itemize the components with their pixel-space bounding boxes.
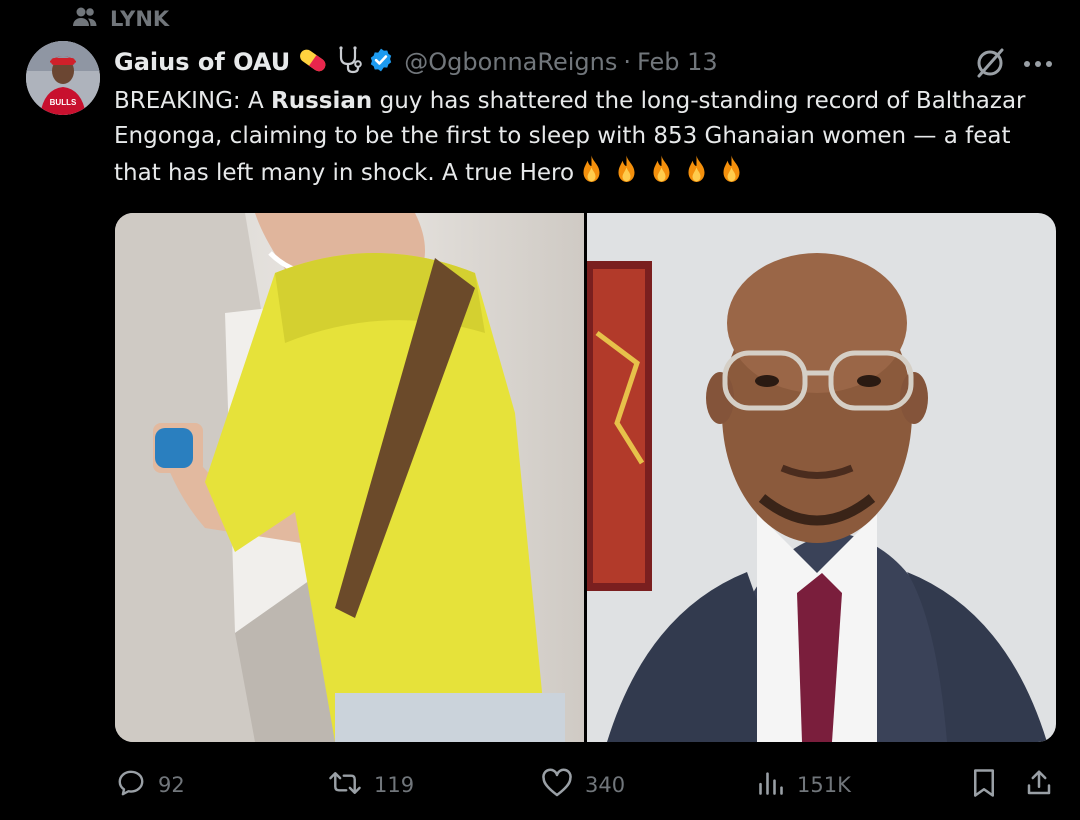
heart-icon [541, 768, 573, 803]
post-date[interactable]: Feb 13 [637, 48, 718, 76]
header-separator: · [623, 48, 632, 76]
author-display-name[interactable]: Gaius of OAU [114, 48, 290, 76]
reply-count: 92 [158, 773, 185, 797]
views-bar-chart-icon [757, 768, 785, 803]
reply-icon [116, 768, 146, 803]
tweet-text-bold: Russian [271, 88, 373, 114]
community-label-row[interactable]: LYNK [72, 6, 169, 32]
repost-count: 119 [374, 773, 415, 797]
bookmark-icon [970, 768, 998, 803]
repost-icon [328, 768, 362, 803]
media-grid [115, 213, 1056, 742]
avatar[interactable]: BULLS [26, 41, 100, 115]
fire-icon [714, 154, 749, 197]
bald-man-in-suit-photo[interactable] [587, 213, 1056, 742]
fire-emoji-group [574, 155, 749, 186]
like-button[interactable]: 340 [541, 766, 625, 804]
share-icon [1024, 768, 1054, 803]
share-button[interactable] [1024, 766, 1054, 804]
fire-icon [574, 154, 609, 197]
tweet-header: Gaius of OAU @OgbonnaReigns · Feb 13 [114, 43, 718, 81]
more-options-icon[interactable] [1022, 56, 1054, 75]
pill-icon [296, 45, 330, 79]
svg-text:BULLS: BULLS [50, 98, 77, 107]
like-count: 340 [585, 773, 626, 797]
fire-icon [644, 154, 679, 197]
man-in-yellow-shirt-photo[interactable] [115, 213, 584, 742]
community-name: LYNK [110, 7, 170, 31]
tweet-text-prefix: BREAKING: A [114, 88, 272, 114]
tweet-text: BREAKING: A Russian guy has shattered th… [114, 84, 1064, 197]
fire-icon [679, 154, 714, 197]
people-icon [72, 6, 98, 33]
verified-badge-icon[interactable] [368, 47, 394, 77]
grok-icon[interactable] [972, 45, 1008, 85]
fire-icon [609, 154, 644, 197]
bookmark-button[interactable] [970, 766, 998, 804]
reply-button[interactable]: 92 [116, 766, 185, 804]
views-count: 151K [797, 773, 851, 797]
author-handle[interactable]: @OgbonnaReigns [404, 48, 617, 76]
views-button[interactable]: 151K [757, 766, 851, 804]
stethoscope-icon [336, 45, 363, 79]
repost-button[interactable]: 119 [328, 766, 414, 804]
